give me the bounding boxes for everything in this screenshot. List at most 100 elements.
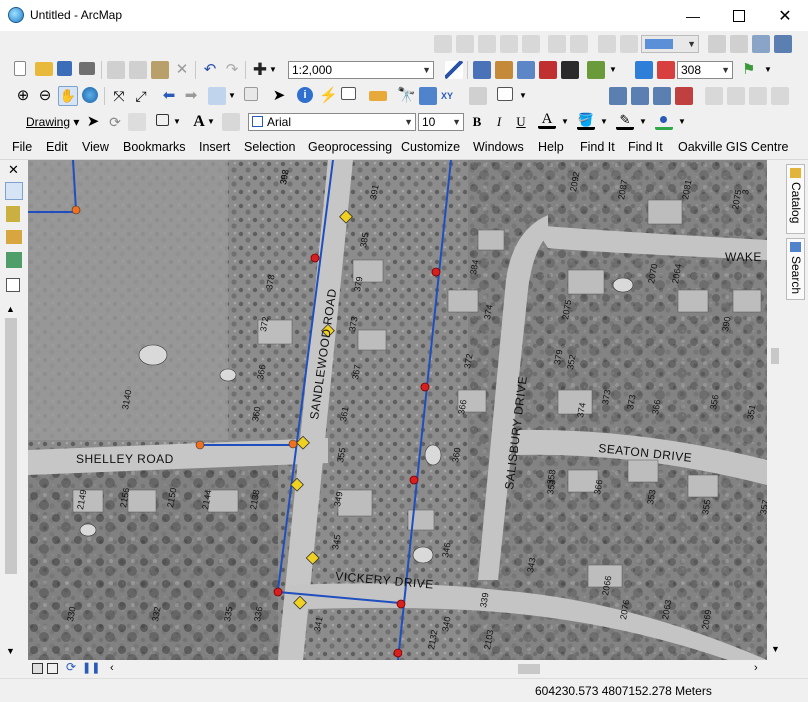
add-data-icon[interactable]: ✚: [251, 61, 269, 79]
tool-icon[interactable]: [456, 35, 474, 53]
toc-scrollbar-track[interactable]: [5, 318, 17, 574]
menu-file[interactable]: File: [12, 140, 32, 154]
edit-vertices-icon[interactable]: [222, 113, 240, 131]
select-elements-icon[interactable]: ➤: [270, 87, 288, 105]
options-icon[interactable]: [6, 278, 20, 292]
help-icon[interactable]: [635, 61, 653, 79]
zoom-percent-combo[interactable]: 308 ▼: [677, 61, 733, 79]
open-folder-icon[interactable]: [35, 62, 53, 76]
time-slider-icon[interactable]: [469, 87, 487, 105]
disabled-tool-icon[interactable]: [705, 87, 723, 105]
menu-find-it-2[interactable]: Find It: [628, 140, 663, 154]
menu-find-it-1[interactable]: Find It: [580, 140, 615, 154]
identify-icon[interactable]: i: [297, 87, 313, 103]
copy-icon[interactable]: [129, 61, 147, 79]
list-by-selection-icon[interactable]: [6, 252, 22, 268]
catalog-tab[interactable]: Catalog: [786, 164, 805, 234]
editor-icon[interactable]: [445, 61, 463, 79]
font-combo[interactable]: Arial ▼: [248, 113, 416, 131]
zoom-in-icon[interactable]: ⊕: [14, 87, 32, 105]
hyperlink-icon[interactable]: ⚡: [319, 87, 338, 105]
text-icon[interactable]: A: [190, 113, 208, 131]
line-color-icon[interactable]: ✎: [616, 112, 634, 130]
menu-edit[interactable]: Edit: [46, 140, 68, 154]
flag-icon[interactable]: ⚑: [742, 61, 760, 79]
close-button[interactable]: ✕: [762, 0, 808, 31]
find-route-icon[interactable]: [419, 87, 437, 105]
menu-oakville-gis-centre[interactable]: Oakville GIS Centre: [678, 140, 788, 154]
chevron-down-icon[interactable]: ▼: [269, 61, 279, 79]
clear-selection-icon[interactable]: [244, 87, 258, 101]
paste-icon[interactable]: [151, 61, 169, 79]
fixed-zoom-in-icon[interactable]: ⤧: [110, 87, 128, 105]
new-document-icon[interactable]: [14, 61, 26, 76]
chevron-down-icon[interactable]: ▼: [519, 87, 529, 105]
marker-color-icon[interactable]: [655, 112, 673, 130]
tool-icon[interactable]: [620, 35, 638, 53]
menu-insert[interactable]: Insert: [199, 140, 230, 154]
menu-windows[interactable]: Windows: [473, 140, 524, 154]
minimize-button[interactable]: —: [670, 0, 716, 31]
italic-button[interactable]: I: [490, 113, 508, 131]
font-size-combo[interactable]: 10 ▼: [418, 113, 464, 131]
tool-icon[interactable]: [570, 35, 588, 53]
fill-color-icon[interactable]: 🪣: [577, 112, 595, 130]
chevron-down-icon[interactable]: ▼: [764, 61, 774, 79]
bold-button[interactable]: B: [468, 113, 486, 131]
menu-help[interactable]: Help: [538, 140, 564, 154]
pan-icon[interactable]: ✋: [58, 86, 78, 106]
topology-icon[interactable]: [631, 87, 649, 105]
catalog-icon[interactable]: [495, 61, 513, 79]
forward-extent-icon[interactable]: ➡: [182, 87, 200, 105]
drawing-menu[interactable]: Drawing ▾: [26, 115, 79, 129]
go-to-xy-icon[interactable]: XY: [441, 87, 459, 105]
find-icon[interactable]: 🔭: [397, 87, 416, 105]
underline-button[interactable]: U: [512, 113, 530, 131]
font-color-icon[interactable]: A: [538, 111, 556, 129]
list-by-drawing-order-icon[interactable]: [5, 182, 23, 200]
menu-selection[interactable]: Selection: [244, 140, 295, 154]
data-view-icon[interactable]: [32, 663, 43, 674]
select-features-icon[interactable]: [208, 87, 226, 105]
map-vertical-scrollbar[interactable]: ▼: [767, 160, 783, 660]
rectangle-icon[interactable]: [156, 114, 169, 126]
undo-icon[interactable]: ↶: [201, 61, 219, 79]
h-scroll-thumb[interactable]: [518, 664, 540, 674]
chevron-down-icon[interactable]: ▼: [207, 113, 217, 131]
topology-icon[interactable]: [653, 87, 671, 105]
redo-icon[interactable]: ↷: [223, 61, 241, 79]
tool-icon[interactable]: [598, 35, 616, 53]
chevron-down-icon[interactable]: ▼: [678, 113, 688, 131]
globe-icon[interactable]: [82, 87, 98, 103]
scroll-right-arrow[interactable]: ›: [754, 662, 758, 674]
model-builder-icon[interactable]: [587, 61, 605, 79]
select-elements-icon[interactable]: ➤: [84, 113, 102, 131]
menu-view[interactable]: View: [82, 140, 109, 154]
disabled-tool-icon[interactable]: [727, 87, 745, 105]
chevron-down-icon[interactable]: ▼: [173, 113, 183, 131]
delete-icon[interactable]: ✕: [173, 61, 191, 79]
layout-view-icon[interactable]: [47, 663, 58, 674]
tool-icon[interactable]: [434, 35, 452, 53]
disabled-tool-icon[interactable]: [749, 87, 767, 105]
map-view[interactable]: SANDLEWOOD ROAD SHELLEY ROAD SALISBURY D…: [28, 160, 767, 660]
refresh-view-icon[interactable]: ⟳: [66, 660, 76, 674]
maximize-button[interactable]: [716, 0, 762, 31]
toc-scroll-down[interactable]: ▼: [6, 646, 15, 656]
disabled-tool-icon[interactable]: [771, 87, 789, 105]
chevron-down-icon[interactable]: ▼: [600, 113, 610, 131]
toc-scroll-up[interactable]: ▲: [6, 304, 15, 314]
chevron-down-icon[interactable]: ▼: [228, 87, 238, 105]
topology-icon[interactable]: [675, 87, 693, 105]
tool-icon[interactable]: [478, 35, 496, 53]
zoom-out-icon[interactable]: ⊖: [36, 87, 54, 105]
tool-icon[interactable]: [500, 35, 518, 53]
scroll-left-arrow[interactable]: ‹: [110, 662, 114, 674]
back-extent-icon[interactable]: ⬅: [160, 87, 178, 105]
fixed-zoom-out-icon[interactable]: ⤢: [132, 87, 150, 105]
layout-icon[interactable]: [752, 35, 770, 53]
close-icon[interactable]: ✕: [8, 162, 19, 178]
tool-icon[interactable]: [522, 35, 540, 53]
cut-icon[interactable]: [107, 61, 125, 79]
scale-combo[interactable]: 1:2,000 ▼: [288, 61, 434, 79]
